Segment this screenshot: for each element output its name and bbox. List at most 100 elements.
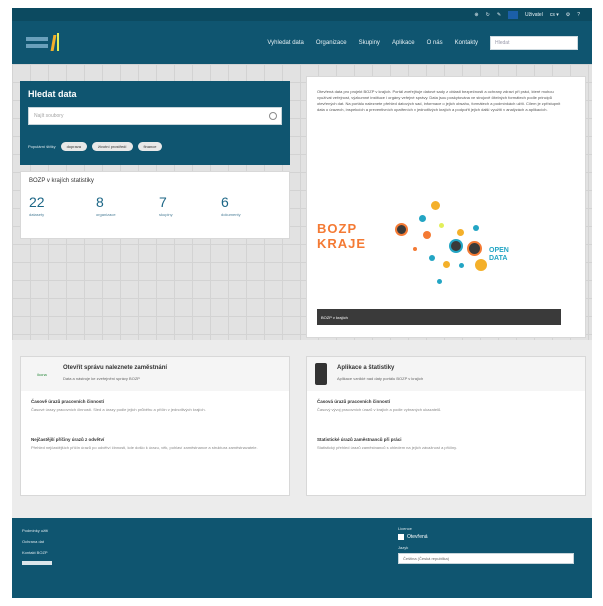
- list-item[interactable]: Časově úrazů pracovních činností Časové …: [31, 399, 281, 412]
- hero-section: Hledat data Najít soubory Populární štít…: [12, 64, 592, 340]
- item-text: Časový vývoj pracovních úrazů v krajích …: [317, 407, 442, 412]
- stat-label: dokumenty: [221, 212, 241, 217]
- site-footer: Podmínky užití Ochrana dat Kontakt BOZP …: [12, 518, 592, 598]
- edit-icon[interactable]: ✎: [497, 12, 501, 18]
- bozp-text: BOZP KRAJE: [317, 221, 367, 251]
- feature-section: ikona Otevřít správu naleznete zaměstnán…: [12, 340, 592, 518]
- decorative-dot: [423, 231, 431, 239]
- card-subtitle: Data a nástroje ke zveřejnění správy BOZ…: [63, 376, 140, 381]
- decorative-dot: [395, 223, 408, 236]
- license-label: Otevřená: [407, 534, 428, 540]
- main-nav: Vyhledat data Organizace Skupiny Aplikac…: [12, 21, 592, 64]
- stat-value: 6: [221, 194, 229, 210]
- item-title[interactable]: Nejčastější příčiny úrazů z odvětví: [31, 437, 281, 442]
- item-title[interactable]: Časově úrazů pracovních činností: [31, 399, 281, 404]
- open-data-text: OPEN DATA: [489, 247, 509, 262]
- card-logo-icon: ikona: [37, 371, 47, 377]
- item-title[interactable]: Statistické úrazů zaměstnanců při práci: [317, 437, 567, 442]
- decorative-dot: [467, 241, 482, 256]
- stat-value: 8: [96, 194, 104, 210]
- card-title[interactable]: Aplikace a štatistiky: [337, 365, 394, 371]
- footer-links: Podmínky užití Ochrana dat Kontakt BOZP: [22, 528, 52, 571]
- nav-item-contacts[interactable]: Kontakty: [455, 40, 478, 46]
- search-input[interactable]: Najít soubory: [28, 107, 282, 125]
- utility-bar: ⊕ ↻ ✎ Uživatel cs ▾ ⚙ ?: [12, 8, 592, 21]
- intro-card: Otevřená data pro projekt BOZP v krajích…: [306, 76, 586, 338]
- stat-value: 7: [159, 194, 167, 210]
- footer-link[interactable]: Podmínky užití: [22, 528, 52, 533]
- nav-item-organizations[interactable]: Organizace: [316, 40, 347, 46]
- decorative-dot: [429, 255, 435, 261]
- card-title[interactable]: Otevřít správu naleznete zaměstnání: [63, 365, 167, 371]
- list-item[interactable]: Nejčastější příčiny úrazů z odvětví Přeh…: [31, 437, 281, 450]
- feature-card-right: Aplikace a štatistiky Aplikace vzniklé n…: [306, 356, 586, 496]
- decorative-dot: [419, 215, 426, 222]
- search-placeholder: Najít soubory: [34, 113, 64, 119]
- decorative-dot: [459, 263, 464, 268]
- settings-icon[interactable]: ⚙: [566, 12, 570, 18]
- stats-title: BOZP v krajích statistiky: [29, 178, 94, 184]
- tag-chip[interactable]: finance: [137, 142, 163, 151]
- decorative-dot: [449, 239, 463, 253]
- feature-card-left: ikona Otevřít správu naleznete zaměstnán…: [20, 356, 290, 496]
- card-header: Aplikace a štatistiky Aplikace vzniklé n…: [307, 357, 585, 391]
- item-text: Časové úrazy pracovních činností. Sled a…: [31, 407, 206, 412]
- nav-item-datasets[interactable]: Vyhledat data: [267, 40, 303, 46]
- tag-chip[interactable]: životní prostředí: [92, 142, 133, 151]
- intro-text: Otevřená data pro projekt BOZP v krajích…: [317, 89, 561, 112]
- stat-label: organizace: [96, 212, 116, 217]
- decorative-dot: [475, 259, 487, 271]
- refresh-icon[interactable]: ↻: [486, 12, 490, 18]
- nav-item-groups[interactable]: Skupiny: [359, 40, 380, 46]
- footer-logo-bar: [22, 561, 52, 565]
- stat-label: datasety: [29, 212, 45, 217]
- item-title[interactable]: Časová úrazů pracovních činností: [317, 399, 567, 404]
- nav-menu: Vyhledat data Organizace Skupiny Aplikac…: [267, 35, 578, 50]
- site-logo[interactable]: [26, 31, 76, 55]
- help-icon[interactable]: ?: [577, 12, 580, 18]
- nav-search-input[interactable]: Hledat: [490, 35, 578, 50]
- decorative-dot: [473, 225, 479, 231]
- search-icon[interactable]: [269, 112, 277, 120]
- decorative-dot: [439, 223, 444, 228]
- bozp-open-data-graphic: BOZP KRAJE OPEN DATA: [317, 195, 561, 305]
- stat-documents[interactable]: 6 dokumenty: [221, 194, 271, 217]
- footer-link[interactable]: Kontakt BOZP: [22, 550, 52, 555]
- popular-tags-label: Populární štítky: [28, 144, 56, 149]
- stat-datasets[interactable]: 22 datasety: [29, 194, 79, 217]
- card-subtitle: Aplikace vzniklé nad daty portálu BOZP v…: [337, 376, 424, 381]
- find-data-panel: Hledat data Najít soubory Populární štít…: [20, 81, 290, 165]
- decorative-dot: [457, 229, 464, 236]
- license-badge[interactable]: Otevřená: [398, 534, 574, 540]
- page: ⊕ ↻ ✎ Uživatel cs ▾ ⚙ ? Vyhledat data Or…: [12, 8, 592, 598]
- license-heading: Licence: [398, 526, 412, 531]
- find-data-title: Hledat data: [28, 89, 77, 99]
- decorative-dot: [443, 261, 450, 268]
- stat-value: 22: [29, 194, 45, 210]
- item-text: Přehled nejčastějších příčin úrazů po od…: [31, 445, 258, 450]
- language-heading: Jazyk: [398, 545, 409, 550]
- decorative-dot: [413, 247, 417, 251]
- phone-icon: [315, 363, 327, 385]
- decorative-dot: [431, 201, 440, 210]
- tag-chip[interactable]: doprava: [60, 142, 88, 151]
- graphic-caption[interactable]: BOZP v krajích: [317, 309, 561, 325]
- list-item[interactable]: Časová úrazů pracovních činností Časový …: [317, 399, 567, 412]
- card-header: ikona Otevřít správu naleznete zaměstnán…: [21, 357, 289, 391]
- license-icon: [398, 534, 404, 540]
- decorative-dot: [437, 279, 442, 284]
- stat-organizations[interactable]: 8 organizace: [96, 194, 146, 217]
- nav-item-about[interactable]: O nás: [427, 40, 443, 46]
- list-item[interactable]: Statistické úrazů zaměstnanců při práci …: [317, 437, 567, 450]
- language-switcher[interactable]: cs ▾: [550, 12, 559, 18]
- footer-link[interactable]: Ochrana dat: [22, 539, 52, 544]
- add-icon[interactable]: ⊕: [474, 12, 478, 18]
- stat-groups[interactable]: 7 skupiny: [159, 194, 209, 217]
- language-select[interactable]: Čeština (Česká republika): [398, 553, 574, 564]
- popular-tags: Populární štítky doprava životní prostře…: [28, 142, 163, 151]
- nav-item-applications[interactable]: Aplikace: [392, 40, 415, 46]
- footer-settings: Licence Otevřená Jazyk Čeština (Česká re…: [398, 526, 574, 564]
- user-link[interactable]: Uživatel: [525, 12, 543, 18]
- stats-card: BOZP v krajích statistiky 22 datasety 8 …: [20, 171, 290, 239]
- flag-icon: [508, 10, 519, 19]
